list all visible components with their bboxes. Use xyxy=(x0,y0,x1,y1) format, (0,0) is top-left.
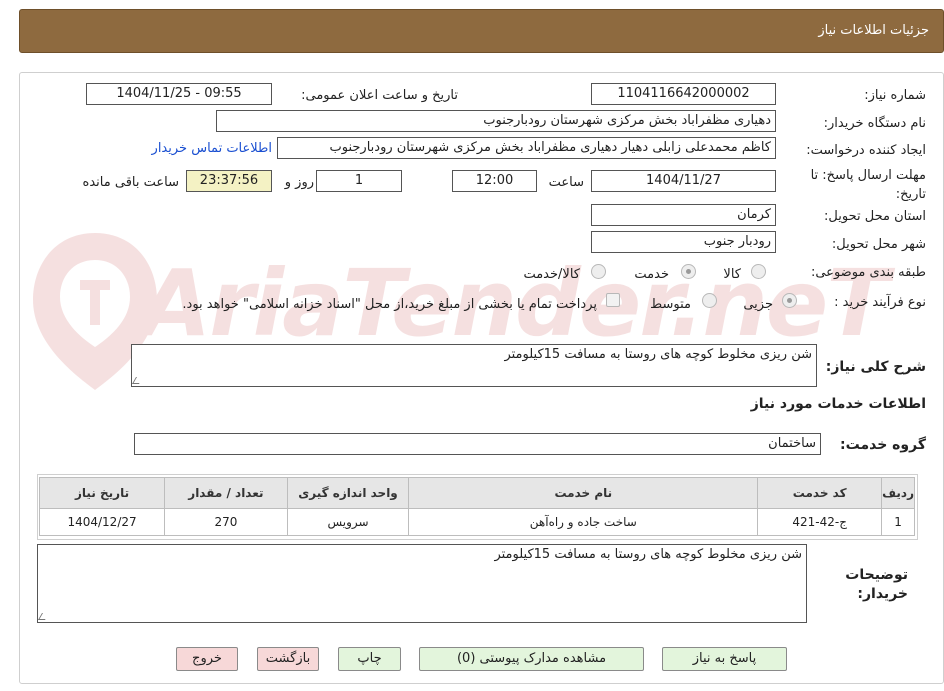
buyer-notes-textarea: شن ریزی مخلوط کوچه های روستا به مسافت 15… xyxy=(37,544,807,623)
creator-field: کاظم محمدعلی زابلی دهیار دهیاری مظفراباد… xyxy=(277,137,776,159)
service-group-field: ساختمان xyxy=(134,433,821,455)
category-radio-service[interactable] xyxy=(681,264,696,279)
process-radio-medium[interactable] xyxy=(702,293,717,308)
deadline-time-label: ساعت xyxy=(548,175,584,190)
category-option-goods: کالا xyxy=(723,267,741,282)
cell-code: ج-42-421 xyxy=(757,508,883,536)
exit-button[interactable]: خروج xyxy=(176,647,238,671)
need-number-field: 1104116642000002 xyxy=(591,83,776,105)
col-date-header: تاریخ نیاز xyxy=(38,477,166,509)
summary-text: شن ریزی مخلوط کوچه های روستا به مسافت 15… xyxy=(504,347,812,362)
services-heading: اطلاعات خدمات مورد نیاز xyxy=(750,396,926,412)
city-label: شهر محل تحویل: xyxy=(831,237,926,252)
category-option-goods-service: کالا/خدمت xyxy=(523,267,580,282)
summary-label: شرح کلی نیاز: xyxy=(825,359,926,375)
announce-label: تاریخ و ساعت اعلان عمومی: xyxy=(301,88,458,103)
announce-date-field: 1404/11/25 - 09:55 xyxy=(86,83,272,105)
process-radio-minor[interactable] xyxy=(782,293,797,308)
reply-button[interactable]: پاسخ به نیاز xyxy=(662,647,787,671)
col-unit-header: واحد اندازه گیری xyxy=(286,477,410,509)
process-label: نوع فرآیند خرید : xyxy=(834,295,926,310)
province-field: کرمان xyxy=(591,204,776,226)
buyer-org-label: نام دستگاه خریدار: xyxy=(823,116,926,131)
province-label: استان محل تحویل: xyxy=(824,209,926,224)
buyer-notes-label: توضیحات خریدار: xyxy=(845,567,908,602)
category-radio-goods[interactable] xyxy=(751,264,766,279)
process-option-medium: متوسط xyxy=(650,297,691,312)
cell-date: 1404/12/27 xyxy=(38,508,166,536)
treasury-payment-checkbox[interactable] xyxy=(606,293,620,307)
remaining-time-field: 23:37:56 xyxy=(186,170,272,192)
service-group-label: گروه خدمت: xyxy=(840,437,926,453)
col-row-header: ردیف xyxy=(881,477,915,509)
days-field: 1 xyxy=(316,170,402,192)
print-button[interactable]: چاپ xyxy=(338,647,401,671)
deadline-date-field: 1404/11/27 xyxy=(591,170,776,192)
buyer-notes-text: شن ریزی مخلوط کوچه های روستا به مسافت 15… xyxy=(494,547,802,562)
days-label: روز و xyxy=(284,175,314,190)
deadline-label: مهلت ارسال پاسخ: تا تاریخ: xyxy=(810,168,926,202)
payment-note: پرداخت تمام یا بخشی از مبلغ خرید،از محل … xyxy=(182,297,597,312)
table-header-row: ردیف کد خدمت نام خدمت واحد اندازه گیری ت… xyxy=(38,477,915,509)
page-header: جزئیات اطلاعات نیاز xyxy=(19,9,944,53)
table-row: 1 ج-42-421 ساخت جاده و راه‌آهن سرویس 270… xyxy=(38,508,915,536)
col-service-header: نام خدمت xyxy=(408,477,759,509)
category-label: طبقه بندی موضوعی: xyxy=(810,265,926,280)
col-code-header: کد خدمت xyxy=(757,477,883,509)
category-radio-goods-service[interactable] xyxy=(591,264,606,279)
cell-service: ساخت جاده و راه‌آهن xyxy=(408,508,759,536)
col-qty-header: تعداد / مقدار xyxy=(164,477,288,509)
services-table: ردیف کد خدمت نام خدمت واحد اندازه گیری ت… xyxy=(38,477,915,536)
summary-textarea: شن ریزی مخلوط کوچه های روستا به مسافت 15… xyxy=(131,344,817,387)
process-option-minor: جزیی xyxy=(743,297,773,312)
page-title: جزئیات اطلاعات نیاز xyxy=(818,23,929,38)
cell-qty: 270 xyxy=(164,508,288,536)
buyer-org-field: دهیاری مظفراباد بخش مرکزی شهرستان رودبار… xyxy=(216,110,776,132)
deadline-time-field: 12:00 xyxy=(452,170,537,192)
category-option-service: خدمت xyxy=(634,267,669,282)
view-attachments-button[interactable]: مشاهده مدارک پیوستی (0) xyxy=(419,647,644,671)
need-number-label: شماره نیاز: xyxy=(864,88,926,103)
buyer-contact-link[interactable]: اطلاعات تماس خریدار xyxy=(152,141,272,156)
remaining-label: ساعت باقی مانده xyxy=(82,175,179,190)
cell-unit: سرویس xyxy=(286,508,410,536)
back-button[interactable]: بازگشت xyxy=(257,647,319,671)
resize-grip-icon xyxy=(37,613,50,620)
city-field: رودبار جنوب xyxy=(591,231,776,253)
creator-label: ایجاد کننده درخواست: xyxy=(806,143,926,158)
resize-grip-icon xyxy=(131,377,144,384)
cell-row: 1 xyxy=(881,508,915,536)
